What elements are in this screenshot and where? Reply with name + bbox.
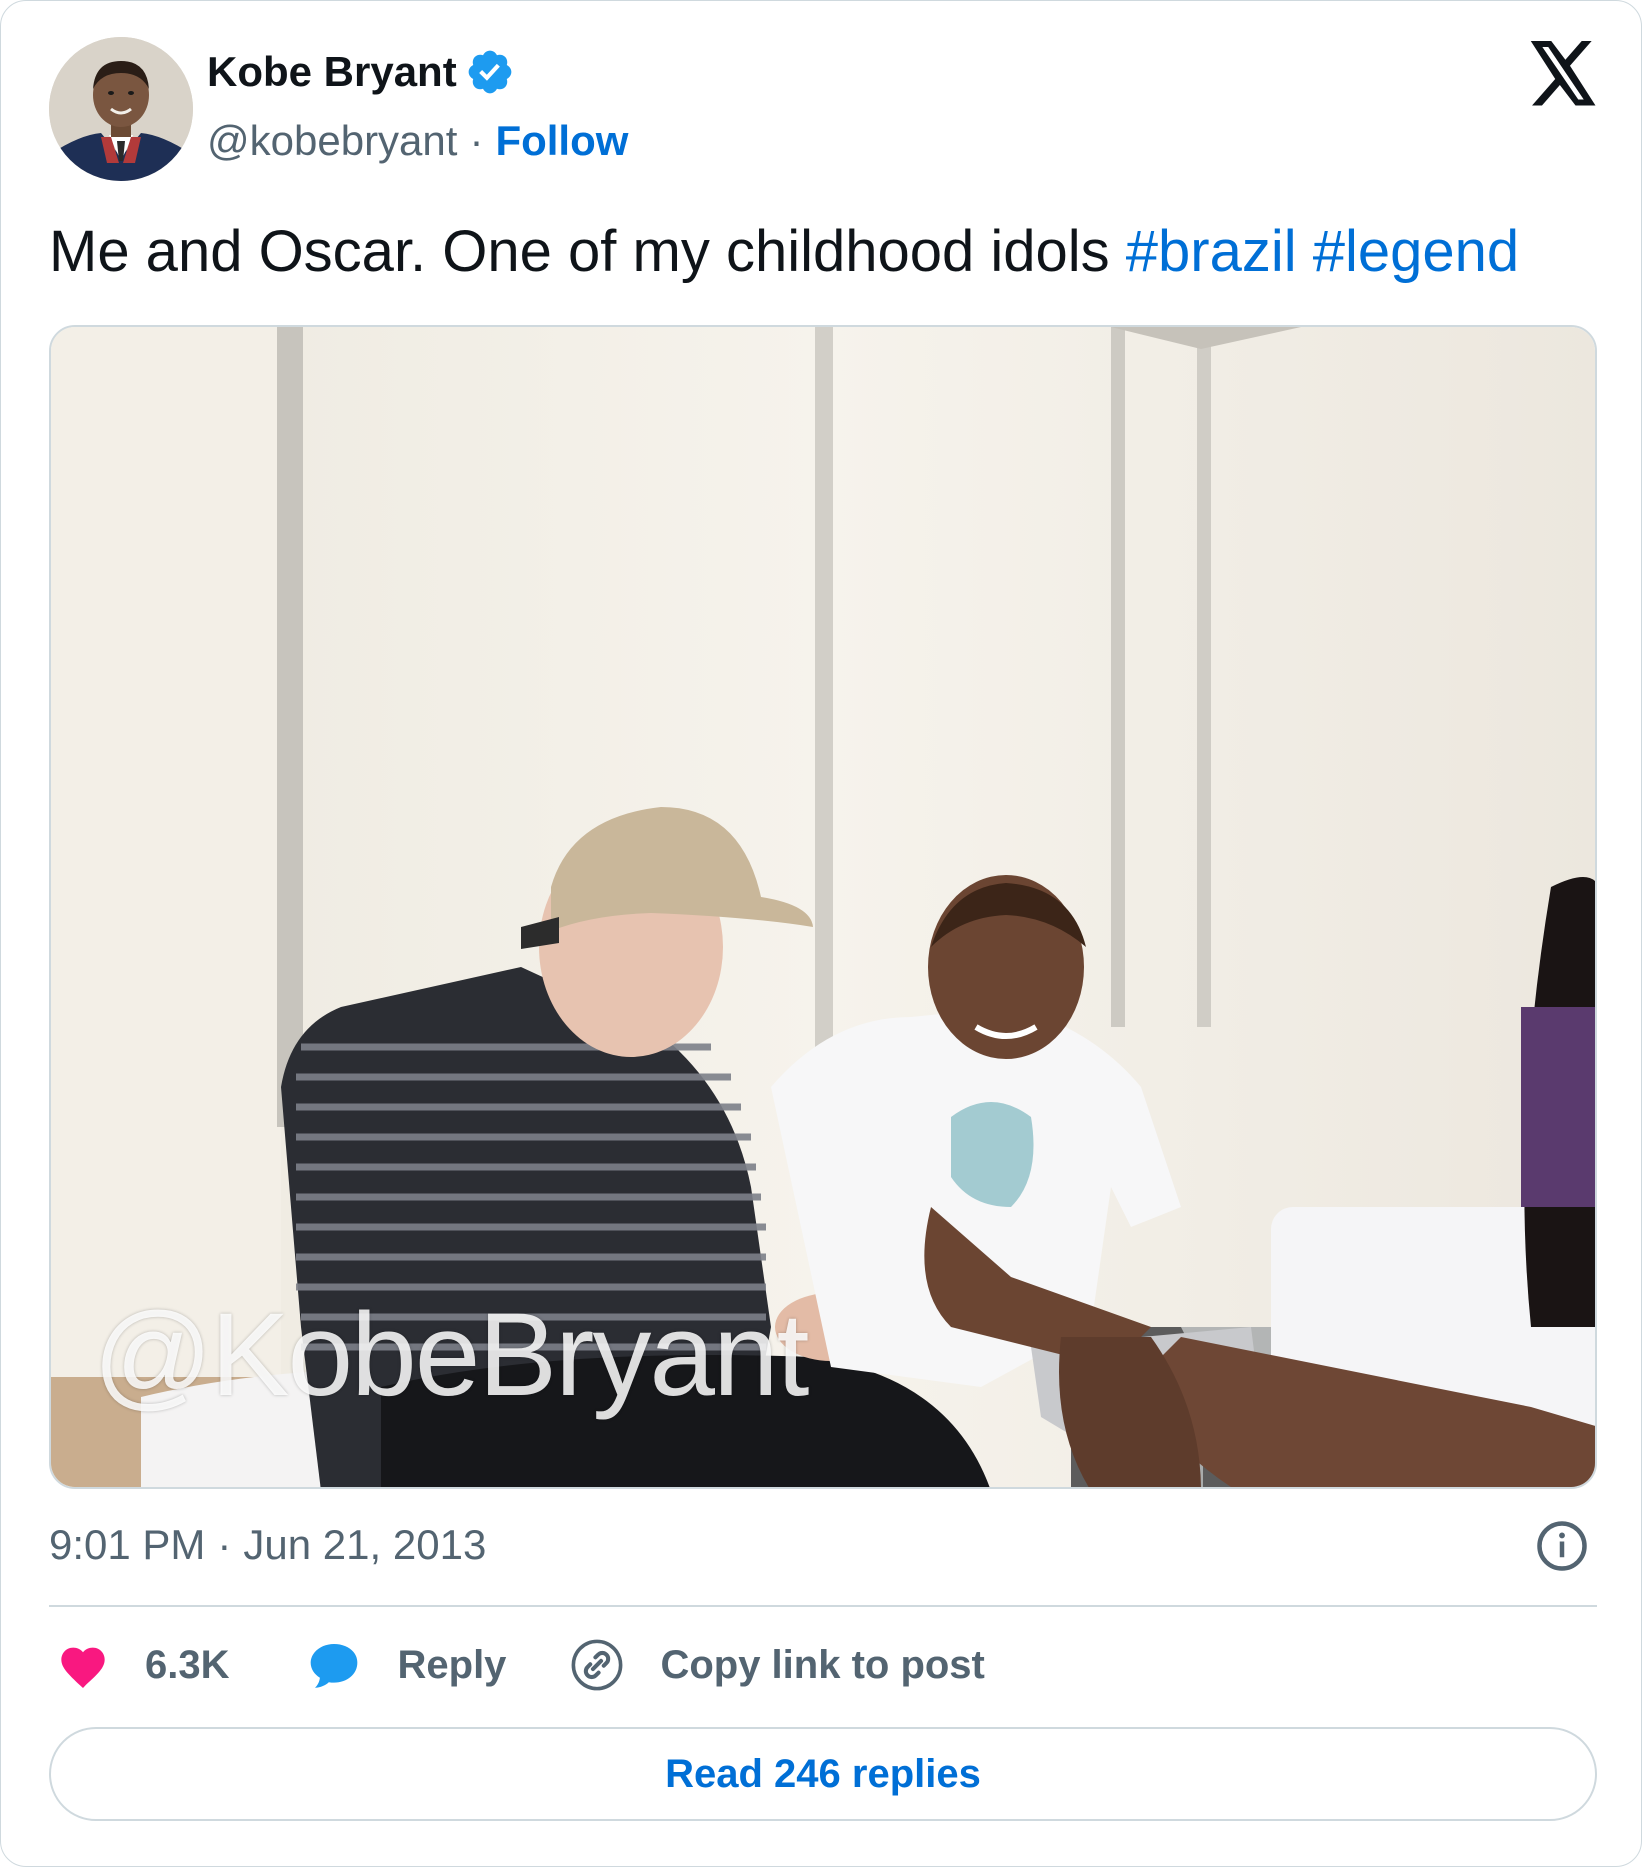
- hashtag-legend[interactable]: #legend: [1313, 219, 1519, 284]
- author-handle[interactable]: @kobebryant: [207, 117, 457, 165]
- tweet-header: Kobe Bryant @kobebryant · Follow: [49, 37, 1599, 181]
- link-icon: [572, 1639, 623, 1691]
- meta-separator: ·: [217, 1521, 232, 1568]
- hashtag-brazil[interactable]: #brazil: [1126, 219, 1297, 284]
- author-name-row: Kobe Bryant: [207, 47, 515, 97]
- tweet-text: Me and Oscar. One of my childhood idols …: [49, 217, 1519, 287]
- divider: [49, 1605, 1597, 1607]
- tweet-time[interactable]: 9:01 PM: [49, 1521, 205, 1569]
- copy-link-label: Copy link to post: [660, 1642, 985, 1687]
- tweet-photo[interactable]: @KobeBryant: [49, 325, 1597, 1489]
- tweet-meta: 9:01 PM · Jun 21, 2013: [49, 1517, 1597, 1573]
- reply-label: Reply: [397, 1642, 507, 1687]
- avatar[interactable]: [49, 37, 193, 181]
- heart-icon: [61, 1647, 105, 1688]
- reply-bubble-icon: [310, 1644, 357, 1688]
- tweet-body: Me and Oscar. One of my childhood idols: [49, 219, 1110, 284]
- author-handle-row: @kobebryant · Follow: [207, 117, 628, 165]
- author-name[interactable]: Kobe Bryant: [207, 48, 457, 96]
- separator-dot: ·: [469, 117, 484, 164]
- copy-link-button[interactable]: Copy link to post: [570, 1638, 985, 1692]
- action-bar: 6.3K Reply Copy link to post: [57, 1633, 985, 1697]
- info-icon[interactable]: [1535, 1519, 1589, 1573]
- photo-watermark: @KobeBryant: [93, 1289, 809, 1421]
- read-replies-button[interactable]: Read 246 replies: [49, 1727, 1597, 1821]
- reply-button[interactable]: Reply: [306, 1639, 507, 1691]
- tweet-date[interactable]: Jun 21, 2013: [243, 1521, 486, 1569]
- verified-badge-icon: [468, 50, 512, 94]
- x-logo-icon[interactable]: [1527, 41, 1599, 107]
- like-count: 6.3K: [145, 1642, 230, 1687]
- follow-button[interactable]: Follow: [495, 117, 628, 165]
- tweet-card: Kobe Bryant @kobebryant · Follow Me and …: [0, 0, 1642, 1867]
- like-button[interactable]: 6.3K: [57, 1641, 230, 1689]
